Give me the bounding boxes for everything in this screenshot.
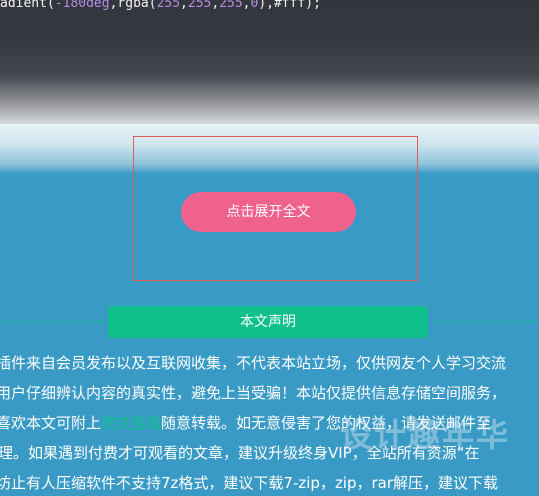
css-code-line: adient(-180deg,rgba(255,255,255,0),#fff)… — [0, 0, 321, 11]
left-dotted-divider — [0, 320, 104, 324]
notice-line: 用户仔细辨认内容的真实性，避免上当受骗！本站仅提供信息存储空间服务， — [0, 384, 507, 402]
expand-full-text-button[interactable]: 点击展开全文 — [181, 192, 356, 232]
original-link[interactable]: 原文链接 — [101, 414, 161, 432]
right-dotted-divider — [432, 320, 539, 324]
site-watermark: 设计趣年华 — [340, 416, 511, 454]
notice-line: 插件来自会员发布以及互联网收集，不代表本站立场，仅供网友个人学习交流 — [0, 354, 507, 372]
article-notice-title: 本文声明 — [108, 306, 428, 338]
code-preview: adient(-180deg,rgba(255,255,255,0),#fff)… — [0, 0, 539, 124]
notice-line: 坊止有人压缩软件不支持7z格式，建议下载7-zip，zip，rar解压，建议下载 — [0, 474, 499, 492]
